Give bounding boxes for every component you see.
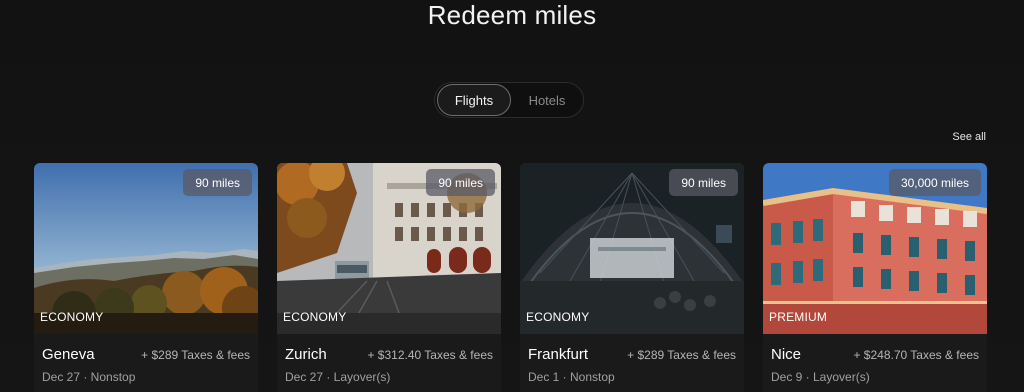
destination-image: 30,000 miles PREMIUM [763, 163, 987, 334]
flight-details: Dec 1 · Nonstop [528, 370, 615, 384]
destination-city: Geneva [42, 346, 95, 363]
price-text: + $248.70 Taxes & fees [853, 348, 979, 362]
miles-badge: 90 miles [183, 169, 252, 196]
price-text: + $289 Taxes & fees [627, 348, 736, 362]
destination-city: Zurich [285, 346, 327, 363]
destination-city: Nice [771, 346, 802, 363]
destination-image: 90 miles ECONOMY [520, 163, 744, 334]
destination-city: Frankfurt [528, 346, 589, 363]
destination-image: 90 miles ECONOMY [277, 163, 501, 334]
destination-cards: 90 miles ECONOMY Geneva + $289 Taxes & f… [34, 163, 987, 392]
tab-flights[interactable]: Flights [437, 84, 511, 116]
flight-details: Dec 27 · Layover(s) [285, 370, 391, 384]
destination-card-zurich[interactable]: 90 miles ECONOMY Zurich + $312.40 Taxes … [277, 163, 501, 392]
destination-card-frankfurt[interactable]: 90 miles ECONOMY Frankfurt + $289 Taxes … [520, 163, 744, 392]
price-text: + $312.40 Taxes & fees [367, 348, 493, 362]
miles-badge: 90 miles [426, 169, 495, 196]
page-title: Redeem miles [427, 0, 597, 30]
destination-image: 90 miles ECONOMY [34, 163, 258, 334]
cabin-class-label: ECONOMY [40, 310, 104, 324]
miles-badge: 90 miles [669, 169, 738, 196]
destination-card-geneva[interactable]: 90 miles ECONOMY Geneva + $289 Taxes & f… [34, 163, 258, 392]
cabin-class-label: PREMIUM [769, 310, 828, 324]
see-all-link[interactable]: See all [952, 131, 986, 143]
tab-switcher: Flights Hotels [434, 82, 584, 118]
price-text: + $289 Taxes & fees [141, 348, 250, 362]
tab-hotels[interactable]: Hotels [511, 84, 583, 116]
flight-details: Dec 27 · Nonstop [42, 370, 136, 384]
destination-card-nice[interactable]: 30,000 miles PREMIUM Nice + $248.70 Taxe… [763, 163, 987, 392]
flight-details: Dec 9 · Layover(s) [771, 370, 870, 384]
cabin-class-label: ECONOMY [526, 310, 590, 324]
miles-badge: 30,000 miles [888, 169, 981, 196]
cabin-class-label: ECONOMY [283, 310, 347, 324]
